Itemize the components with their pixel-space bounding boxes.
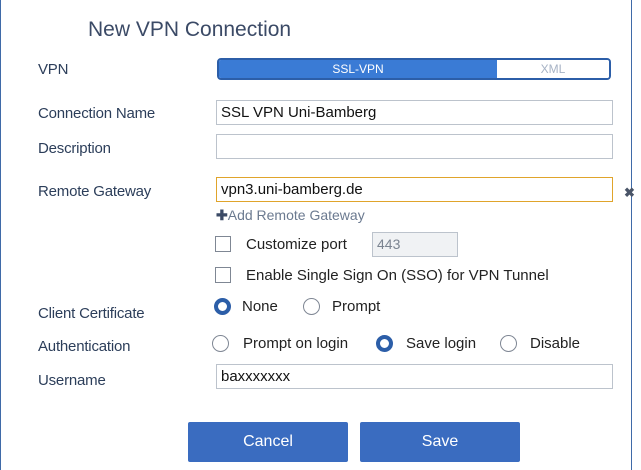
client-cert-prompt-radio[interactable] — [303, 298, 320, 315]
dialog-title: New VPN Connection — [88, 18, 292, 41]
plus-icon: ✚ — [216, 207, 228, 223]
vpn-option-ssl[interactable]: SSL-VPN — [219, 60, 497, 78]
customize-port-label: Customize port — [246, 236, 347, 253]
username-label: Username — [38, 372, 106, 389]
vpn-type-toggle[interactable]: SSL-VPN XML — [217, 58, 611, 80]
client-cert-none-radio[interactable] — [214, 298, 231, 315]
auth-prompt-radio[interactable] — [212, 335, 229, 352]
add-remote-gateway-label: Add Remote Gateway — [227, 207, 365, 223]
remote-gateway-input[interactable]: vpn3.uni-bamberg.de — [216, 177, 613, 202]
vpn-label: VPN — [38, 61, 69, 78]
customize-port-checkbox[interactable] — [215, 236, 231, 252]
username-input[interactable]: baxxxxxxx — [216, 364, 613, 389]
save-button[interactable]: Save — [360, 422, 520, 462]
connection-name-label: Connection Name — [38, 105, 156, 122]
sso-checkbox[interactable] — [215, 267, 231, 283]
auth-save-login-radio[interactable] — [376, 335, 393, 352]
client-cert-prompt-label: Prompt — [332, 298, 381, 315]
remote-gateway-label: Remote Gateway — [38, 183, 152, 200]
vpn-option-xml[interactable]: XML — [497, 60, 609, 78]
description-input[interactable] — [216, 134, 613, 159]
port-input[interactable]: 443 — [372, 232, 458, 257]
auth-disable-label: Disable — [530, 335, 581, 352]
client-certificate-label: Client Certificate — [38, 305, 145, 322]
add-remote-gateway-link[interactable]: ✚Add Remote Gateway — [216, 207, 365, 224]
connection-name-input[interactable]: SSL VPN Uni-Bamberg — [216, 100, 613, 125]
sso-label: Enable Single Sign On (SSO) for VPN Tunn… — [246, 267, 549, 284]
auth-prompt-label: Prompt on login — [243, 335, 349, 352]
description-label: Description — [38, 140, 111, 157]
client-cert-none-label: None — [242, 298, 278, 315]
close-icon[interactable]: ✖ — [624, 185, 635, 201]
cancel-button[interactable]: Cancel — [188, 422, 348, 462]
auth-save-login-label: Save login — [406, 335, 477, 352]
authentication-label: Authentication — [38, 338, 131, 355]
auth-disable-radio[interactable] — [500, 335, 517, 352]
